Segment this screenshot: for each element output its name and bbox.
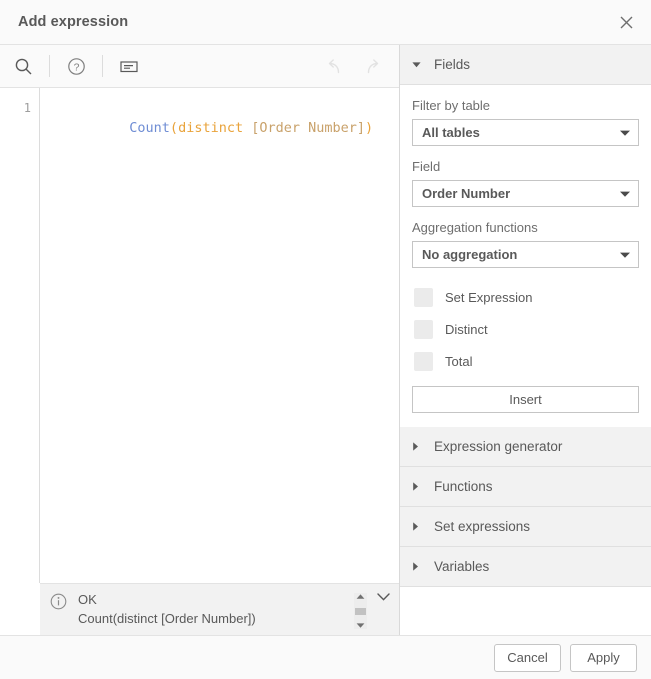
accordion-label-variables: Variables — [434, 559, 490, 574]
dialog-footer: Cancel Apply — [0, 636, 651, 679]
caret-down-icon — [411, 60, 429, 69]
field-select[interactable]: Order Number — [412, 180, 639, 207]
scroll-up-arrow-icon[interactable] — [355, 593, 366, 600]
accordion-label-fields: Fields — [434, 57, 471, 72]
insert-button[interactable]: Insert — [412, 386, 639, 413]
aggregation-functions-label: Aggregation functions — [412, 220, 538, 235]
comment-label-icon[interactable] — [110, 49, 148, 83]
validation-preview: Count(distinct [Order Number]) — [78, 611, 256, 626]
accordion-header-fields[interactable]: Fields — [400, 45, 651, 85]
validation-text: OK Count(distinct [Order Number]) — [68, 591, 354, 628]
checkbox-row-total[interactable]: Total — [412, 345, 639, 377]
accordion-header-expression-generator[interactable]: Expression generator — [400, 427, 651, 467]
accordion-header-functions[interactable]: Functions — [400, 467, 651, 507]
toolbar-separator — [49, 55, 50, 77]
dialog-titlebar: Add expression — [0, 0, 651, 45]
field-value: Order Number — [422, 186, 511, 201]
code-line: Count(distinct [Order Number]) — [129, 120, 373, 136]
dialog-title: Add expression — [18, 14, 129, 30]
validation-state: OK — [78, 592, 97, 607]
expression-code-input[interactable]: Count(distinct [Order Number]) — [40, 88, 399, 583]
aggregation-functions-value: No aggregation — [422, 247, 518, 262]
svg-text:?: ? — [73, 61, 79, 73]
caret-right-icon — [411, 521, 429, 532]
side-panel-filler — [400, 587, 651, 635]
set-expression-label: Set Expression — [445, 289, 533, 305]
line-number: 1 — [23, 101, 31, 115]
add-expression-dialog: Add expression ? 1 Count(distinct [Order… — [0, 0, 651, 679]
expression-editor-column: ? 1 Count(distinct [Order Number]) OK Co… — [0, 45, 400, 635]
info-circle-icon — [50, 593, 68, 611]
search-icon[interactable] — [4, 49, 42, 83]
toolbar-separator — [102, 55, 103, 77]
code-token-kw: distinct — [178, 120, 244, 136]
code-token-paren: ( — [169, 120, 179, 136]
fields-panel-body: Filter by table All tables Field Order N… — [400, 85, 651, 427]
line-number-gutter: 1 — [0, 88, 40, 583]
distinct-label: Distinct — [445, 321, 488, 337]
code-token-paren: ) — [365, 120, 374, 136]
apply-button[interactable]: Apply — [570, 643, 637, 672]
chevron-down-icon[interactable] — [371, 591, 395, 611]
status-scrollbar[interactable] — [354, 593, 367, 629]
validation-status-bar: OK Count(distinct [Order Number]) — [40, 583, 399, 635]
set-expression-checkbox[interactable] — [414, 287, 433, 307]
total-checkbox[interactable] — [414, 351, 433, 371]
caret-right-icon — [411, 441, 429, 452]
filter-by-table-select[interactable]: All tables — [412, 119, 639, 146]
close-icon[interactable] — [609, 5, 643, 39]
caret-right-icon — [411, 481, 429, 492]
filter-by-table-value: All tables — [422, 125, 480, 140]
accordion-header-set-expressions[interactable]: Set expressions — [400, 507, 651, 547]
checkbox-row-distinct[interactable]: Distinct — [412, 313, 639, 345]
aggregation-functions-select[interactable]: No aggregation — [412, 241, 639, 268]
caret-down-icon — [619, 251, 631, 259]
accordion-header-variables[interactable]: Variables — [400, 547, 651, 587]
expression-side-panel: Fields Filter by table All tables Field … — [400, 45, 651, 635]
code-token-func: Count — [129, 120, 170, 136]
caret-right-icon — [411, 561, 429, 572]
checkbox-row-set-expression[interactable]: Set Expression — [412, 281, 639, 313]
help-circle-icon[interactable]: ? — [57, 49, 95, 83]
scroll-down-arrow-icon[interactable] — [355, 622, 366, 629]
accordion-label-functions: Functions — [434, 479, 493, 494]
code-token-field: [Order Number] — [251, 120, 366, 136]
undo-arrow-icon[interactable] — [315, 49, 353, 83]
editor-toolbar: ? — [0, 45, 399, 88]
accordion-label-set-expressions: Set expressions — [434, 519, 531, 534]
total-label: Total — [445, 353, 473, 369]
code-area[interactable]: 1 Count(distinct [Order Number]) — [0, 88, 399, 583]
accordion-label-expression-generator: Expression generator — [434, 439, 563, 454]
redo-arrow-icon[interactable] — [353, 49, 391, 83]
caret-down-icon — [619, 129, 631, 137]
cancel-button[interactable]: Cancel — [494, 643, 561, 672]
dialog-body: ? 1 Count(distinct [Order Number]) OK Co… — [0, 45, 651, 636]
scrollbar-thumb[interactable] — [355, 607, 366, 615]
distinct-checkbox[interactable] — [414, 319, 433, 339]
field-label: Field — [412, 159, 441, 174]
caret-down-icon — [619, 190, 631, 198]
filter-by-table-label: Filter by table — [412, 98, 491, 113]
